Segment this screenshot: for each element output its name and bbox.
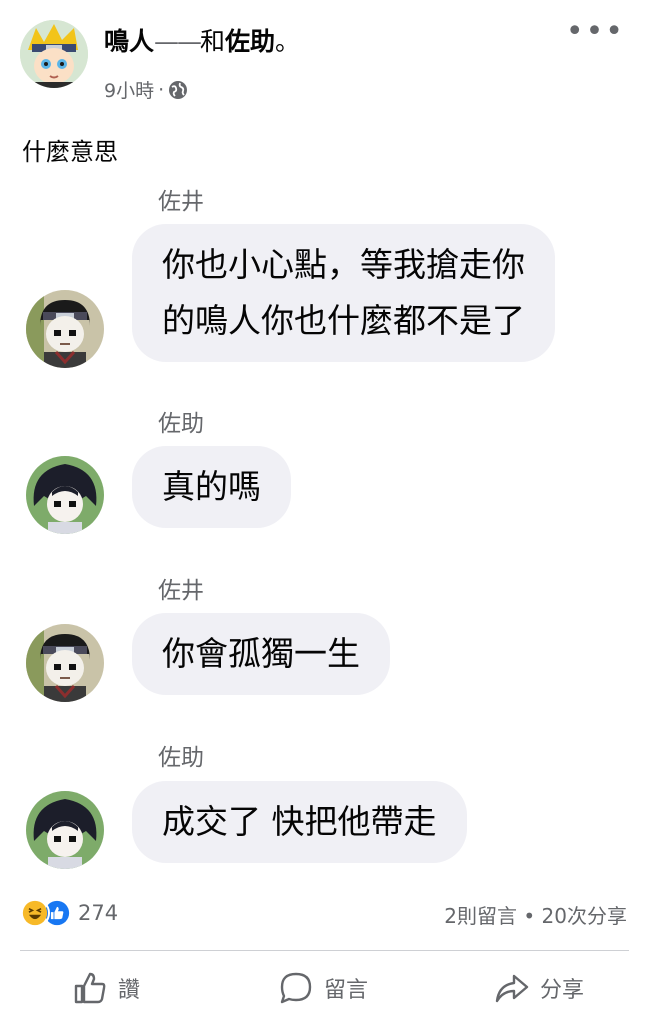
end-mark: 。 — [275, 27, 301, 56]
chat-sender-name: 佐助 — [158, 745, 204, 771]
share-label: 分享 — [540, 978, 585, 1003]
thumbs-up-icon — [74, 972, 106, 1004]
comment-count-link[interactable]: 2則留言 — [444, 904, 517, 928]
chat-line: 的鳴人你也什麼都不是了 — [162, 301, 525, 340]
stats-bullet: • — [523, 904, 536, 928]
speech-bubble-icon — [280, 972, 312, 1004]
share-arrow-icon — [495, 974, 529, 1003]
sasuke-avatar — [26, 456, 104, 534]
chat-sender-name: 佐井 — [158, 189, 204, 215]
comment-button[interactable]: 留言 — [278, 970, 368, 1006]
post-meta: 9小時 · — [104, 76, 188, 103]
chat-line: 真的嗎 — [162, 467, 261, 506]
post-author-avatar[interactable] — [20, 20, 88, 88]
chat-line: 你也小心點，等我搶走你 — [162, 245, 525, 284]
chat-bubble: 你會孤獨一生 — [132, 613, 390, 695]
chat-line: 你會孤獨一生 — [162, 634, 360, 673]
share-count-link[interactable]: 20次分享 — [542, 904, 627, 928]
chat-sender-name: 佐助 — [158, 411, 204, 437]
like-button[interactable]: 讚 — [72, 970, 140, 1006]
like-label: 讚 — [118, 978, 141, 1003]
actions-divider — [20, 950, 629, 951]
reactions-summary[interactable]: 274 — [20, 898, 118, 928]
chat-sender-name: 佐井 — [158, 578, 204, 604]
comment-label: 留言 — [324, 978, 369, 1003]
with-text: 和 — [200, 27, 226, 56]
chat-line: 成交了 快把他帶走 — [162, 802, 437, 841]
reaction-count: 274 — [78, 901, 119, 925]
laugh-reaction-icon — [20, 898, 50, 928]
chat-bubble: 真的嗎 — [132, 446, 291, 528]
chat-bubble: 成交了 快把他帶走 — [132, 781, 467, 863]
post-caption: 什麼意思 — [22, 138, 118, 166]
chat-bubble: 你也小心點，等我搶走你 的鳴人你也什麼都不是了 — [132, 224, 555, 362]
sasuke-avatar — [26, 791, 104, 869]
post-author-line: 鳴人——和佐助。 — [104, 26, 300, 58]
facebook-post: 鳴人——和佐助。 9小時 · ••• 什麼意思 佐井 你也小心點，等我搶走你 的… — [0, 0, 649, 1024]
author-separator: —— — [154, 27, 202, 56]
tagged-friend-link[interactable]: 佐助 — [225, 27, 275, 56]
sai-avatar — [26, 624, 104, 702]
sai-avatar — [26, 290, 104, 368]
globe-icon — [169, 80, 188, 99]
post-timestamp[interactable]: 9小時 — [104, 76, 154, 103]
more-options-button[interactable]: ••• — [566, 17, 625, 47]
meta-dot: · — [158, 78, 165, 101]
share-button[interactable]: 分享 — [494, 970, 584, 1006]
post-stats: 2則留言 • 20次分享 — [444, 900, 627, 929]
author-name-link[interactable]: 鳴人 — [104, 27, 154, 56]
